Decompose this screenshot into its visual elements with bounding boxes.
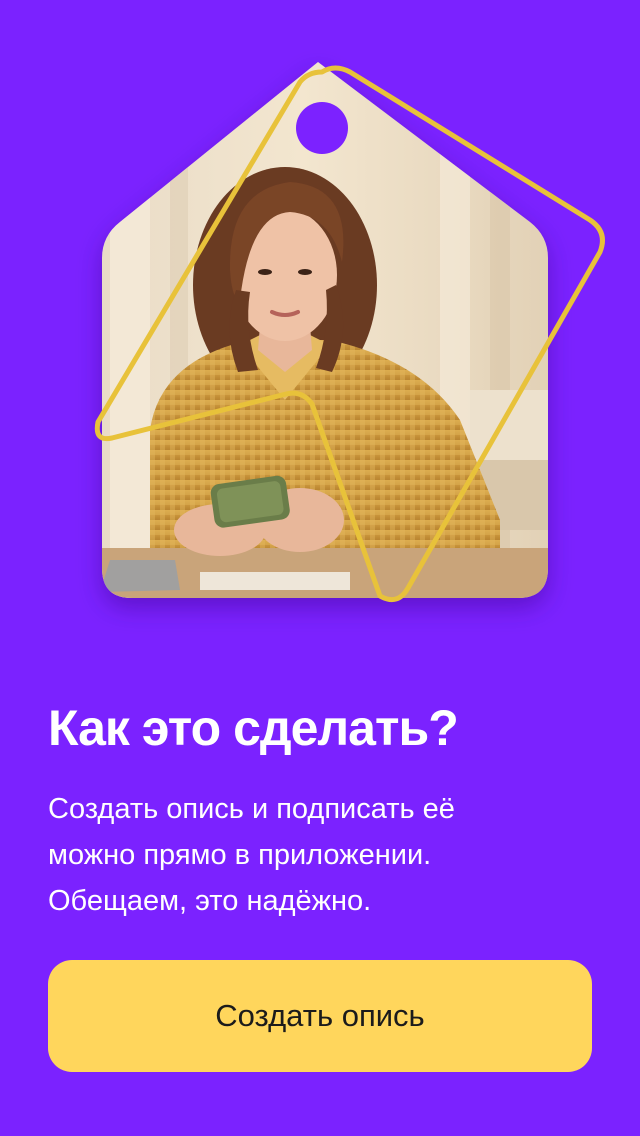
page-title: Как это сделать? xyxy=(48,700,459,756)
page-description: Создать опись и подписать её можно прямо… xyxy=(48,793,455,917)
create-inventory-button[interactable]: Создать опись xyxy=(48,960,592,1072)
onboarding-screen: Как это сделать? Создать опись и подписа… xyxy=(0,0,640,1136)
hero-illustration xyxy=(0,0,640,640)
photo-tag-shape xyxy=(102,62,548,598)
